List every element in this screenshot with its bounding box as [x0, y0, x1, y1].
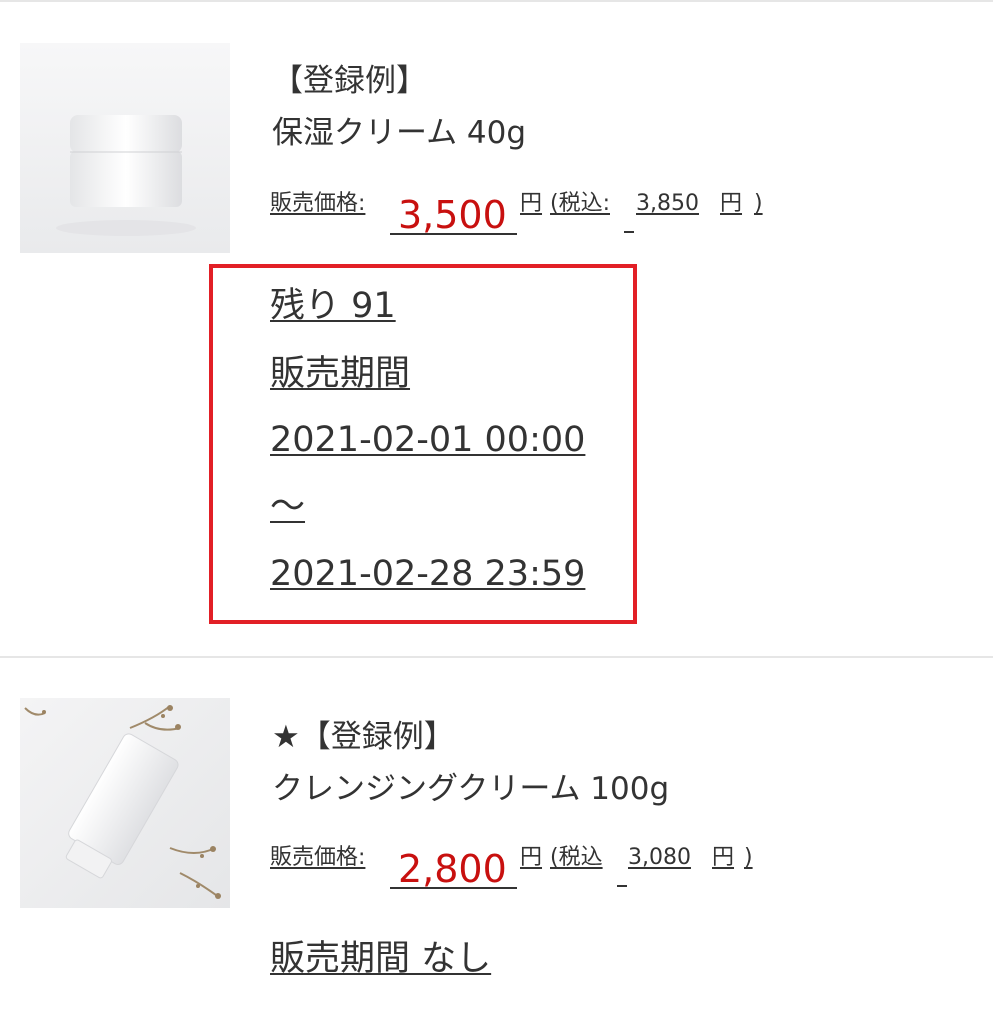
- product-divider: [0, 656, 993, 658]
- product-name[interactable]: クレンジングクリーム 100g: [272, 774, 669, 805]
- stock-remaining: 残り 91: [270, 286, 396, 326]
- sale-period-end: 2021-02-28 23:59: [270, 554, 586, 594]
- tax-price-value: 3,850: [636, 191, 699, 216]
- top-divider: [0, 0, 993, 2]
- product-image-cleansing-tube[interactable]: [20, 698, 230, 908]
- tax-open: (税込: [550, 845, 603, 870]
- tax-close: ): [744, 845, 753, 870]
- tax-price-value: 3,080: [628, 845, 691, 870]
- tax-yen: 円: [720, 191, 743, 216]
- sale-period-none: 販売期間 なし: [270, 939, 492, 979]
- product-label: 【登録例】: [272, 63, 427, 99]
- tax-open: (税込:: [550, 191, 610, 216]
- price-value: 2,800: [398, 847, 507, 891]
- product-image-cream-jar[interactable]: [20, 43, 230, 253]
- price-label: 販売価格:: [270, 845, 366, 870]
- price-yen: 円: [520, 191, 543, 216]
- tax-close: ): [754, 191, 763, 216]
- sale-period-start: 2021-02-01 00:00: [270, 420, 586, 460]
- tax-underline: [617, 885, 627, 887]
- product-name[interactable]: 保湿クリーム 40g: [272, 118, 526, 149]
- price-value: 3,500: [398, 193, 507, 237]
- sale-period-label: 販売期間: [270, 354, 411, 394]
- sale-period-separator: 〜: [270, 487, 306, 527]
- tax-underline: [624, 231, 634, 233]
- tax-yen: 円: [712, 845, 735, 870]
- price-yen: 円: [520, 845, 543, 870]
- product-label: ★【登録例】: [272, 719, 455, 755]
- price-label: 販売価格:: [270, 191, 366, 216]
